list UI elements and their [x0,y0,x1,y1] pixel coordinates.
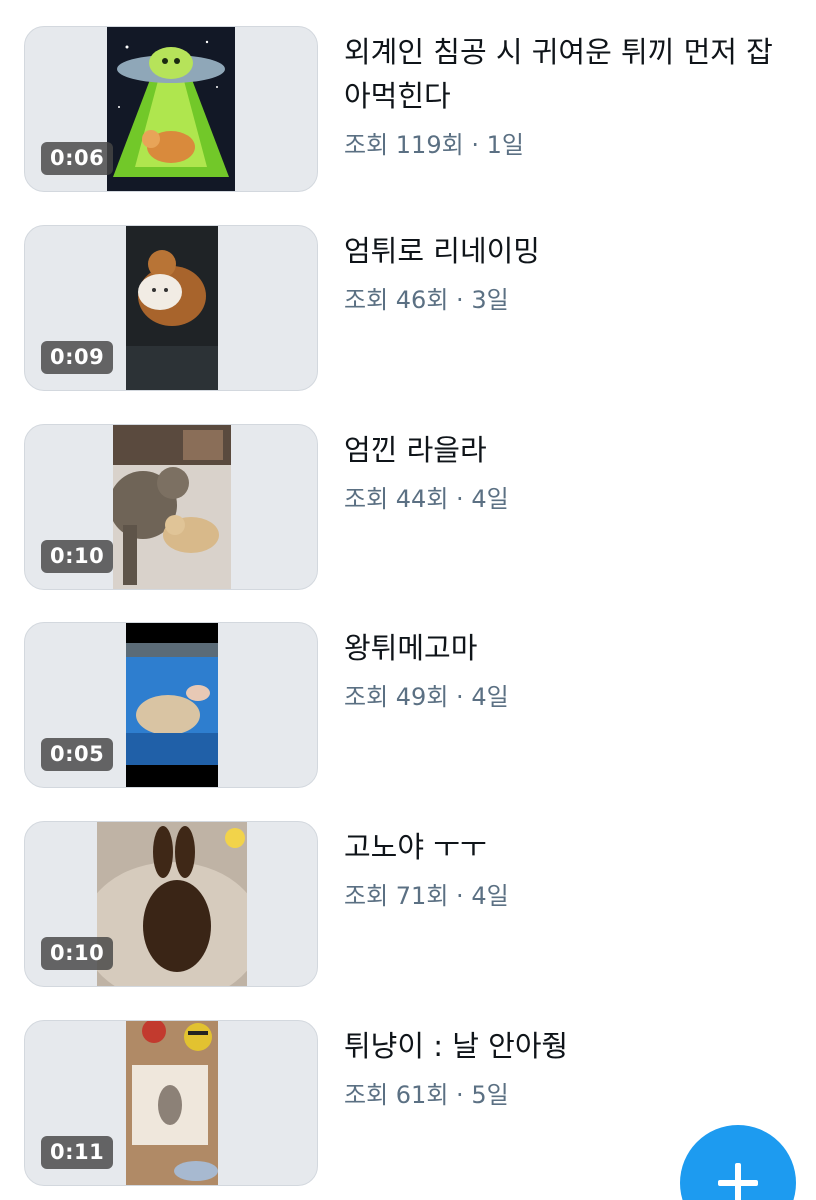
video-meta: 조회 119회 · 1일 [344,131,524,159]
upload-age: 5일 [471,1081,509,1109]
cat-on-rug-thumbnail-icon [126,1021,218,1185]
ufo-hamster-thumbnail-icon [107,27,235,191]
video-thumbnail[interactable]: 0:11 [24,1020,318,1186]
video-title[interactable]: 튀냥이 : 날 안아줭 [344,1024,784,1068]
video-thumbnail[interactable]: 0:06 [24,26,318,192]
video-info: 왕튀메고마 조회 49회 · 4일 [344,626,784,712]
video-title[interactable]: 고노야 ㅜㅜ [344,825,784,869]
rabbit-in-pen-thumbnail-icon [126,623,218,787]
video-title[interactable]: 엄튀로 리네이밍 [344,229,784,273]
list-item[interactable]: 0:10 고노야 ㅜㅜ 조회 71회 · 4일 [24,821,794,987]
video-duration-badge: 0:09 [41,341,114,374]
video-meta: 조회 49회 · 4일 [344,683,509,711]
video-duration-badge: 0:11 [41,1136,114,1169]
video-meta: 조회 61회 · 5일 [344,1081,509,1109]
video-info: 외계인 침공 시 귀여운 튀끼 먼저 잡아먹힌다 조회 119회 · 1일 [344,30,784,160]
video-thumbnail[interactable]: 0:05 [24,622,318,788]
video-title[interactable]: 엄낀 라을라 [344,428,784,472]
video-info: 튀냥이 : 날 안아줭 조회 61회 · 5일 [344,1024,784,1110]
cat-with-plush-thumbnail-icon [126,226,218,390]
video-thumbnail[interactable]: 0:10 [24,424,318,590]
video-meta: 조회 71회 · 4일 [344,882,509,910]
upload-age: 4일 [471,683,509,711]
video-duration-badge: 0:06 [41,142,114,175]
upload-age: 3일 [471,286,509,314]
list-item[interactable]: 0:06 외계인 침공 시 귀여운 튀끼 먼저 잡아먹힌다 조회 119회 · … [24,26,794,192]
list-item[interactable]: 0:11 튀냥이 : 날 안아줭 조회 61회 · 5일 [24,1020,794,1186]
video-meta: 조회 44회 · 4일 [344,485,509,513]
view-count: 조회 119회 [344,131,464,159]
video-thumbnail[interactable]: 0:09 [24,225,318,391]
video-info: 고노야 ㅜㅜ 조회 71회 · 4일 [344,825,784,911]
video-title[interactable]: 왕튀메고마 [344,626,784,670]
list-item[interactable]: 0:10 엄낀 라을라 조회 44회 · 4일 [24,424,794,590]
video-duration-badge: 0:10 [41,937,114,970]
list-item[interactable]: 0:09 엄튀로 리네이밍 조회 46회 · 3일 [24,225,794,391]
video-thumbnail[interactable]: 0:10 [24,821,318,987]
video-list: 0:06 외계인 침공 시 귀여운 튀끼 먼저 잡아먹힌다 조회 119회 · … [0,0,816,1200]
upload-age: 1일 [486,131,524,159]
video-title[interactable]: 외계인 침공 시 귀여운 튀끼 먼저 잡아먹힌다 [344,30,784,118]
view-count: 조회 44회 [344,485,449,513]
video-duration-badge: 0:05 [41,738,114,771]
view-count: 조회 46회 [344,286,449,314]
brown-rabbit-thumbnail-icon [97,822,247,986]
view-count: 조회 61회 [344,1081,449,1109]
video-info: 엄낀 라을라 조회 44회 · 4일 [344,428,784,514]
video-duration-badge: 0:10 [41,540,114,573]
cat-and-rabbit-thumbnail-icon [113,425,231,589]
plus-icon [718,1163,758,1200]
view-count: 조회 71회 [344,882,449,910]
upload-age: 4일 [471,485,509,513]
upload-age: 4일 [471,882,509,910]
video-meta: 조회 46회 · 3일 [344,286,509,314]
video-info: 엄튀로 리네이밍 조회 46회 · 3일 [344,229,784,315]
list-item[interactable]: 0:05 왕튀메고마 조회 49회 · 4일 [24,622,794,788]
view-count: 조회 49회 [344,683,449,711]
